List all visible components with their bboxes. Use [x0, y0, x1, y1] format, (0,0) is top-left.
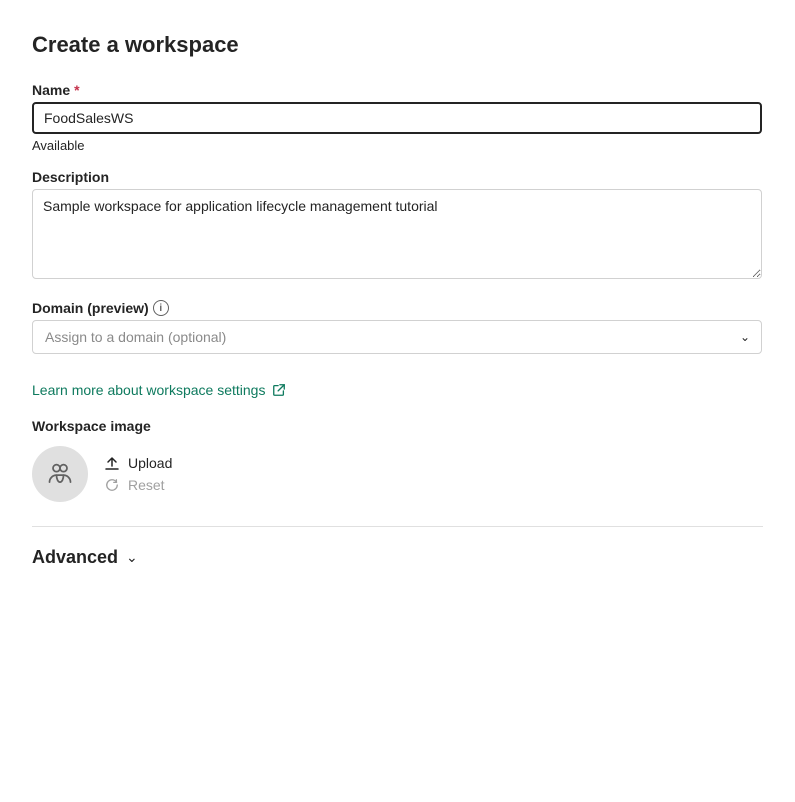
reset-icon: [104, 477, 120, 493]
description-label: Description: [32, 169, 763, 185]
section-divider: [32, 526, 763, 527]
domain-select-wrapper: Assign to a domain (optional) ⌄: [32, 320, 762, 354]
learn-more-link[interactable]: Learn more about workspace settings: [32, 382, 287, 398]
external-link-icon: [271, 382, 287, 398]
domain-info-icon[interactable]: i: [153, 300, 169, 316]
upload-icon: [104, 455, 120, 471]
upload-button[interactable]: Upload: [104, 455, 172, 471]
workspace-avatar: [32, 446, 88, 502]
upload-label: Upload: [128, 455, 172, 471]
reset-label: Reset: [128, 477, 165, 493]
advanced-title: Advanced: [32, 547, 118, 568]
required-indicator: *: [74, 82, 79, 98]
learn-more-text: Learn more about workspace settings: [32, 382, 265, 398]
workspace-image-row: Upload Reset: [32, 446, 763, 502]
name-input[interactable]: [32, 102, 762, 134]
availability-status: Available: [32, 138, 763, 153]
workspace-image-label: Workspace image: [32, 418, 763, 434]
reset-button: Reset: [104, 477, 172, 493]
page-title: Create a workspace: [32, 32, 763, 58]
domain-select[interactable]: Assign to a domain (optional): [32, 320, 762, 354]
workspace-image-section: Workspace image Upload: [32, 418, 763, 502]
domain-label: Domain (preview) i: [32, 300, 763, 316]
domain-field-group: Domain (preview) i Assign to a domain (o…: [32, 300, 763, 354]
description-field-group: Description Sample workspace for applica…: [32, 169, 763, 284]
description-input[interactable]: Sample workspace for application lifecyc…: [32, 189, 762, 279]
image-actions: Upload Reset: [104, 455, 172, 493]
name-label: Name *: [32, 82, 763, 98]
advanced-chevron-icon: ⌄: [126, 549, 138, 566]
name-field-group: Name * Available: [32, 82, 763, 153]
advanced-section[interactable]: Advanced ⌄: [32, 547, 763, 568]
